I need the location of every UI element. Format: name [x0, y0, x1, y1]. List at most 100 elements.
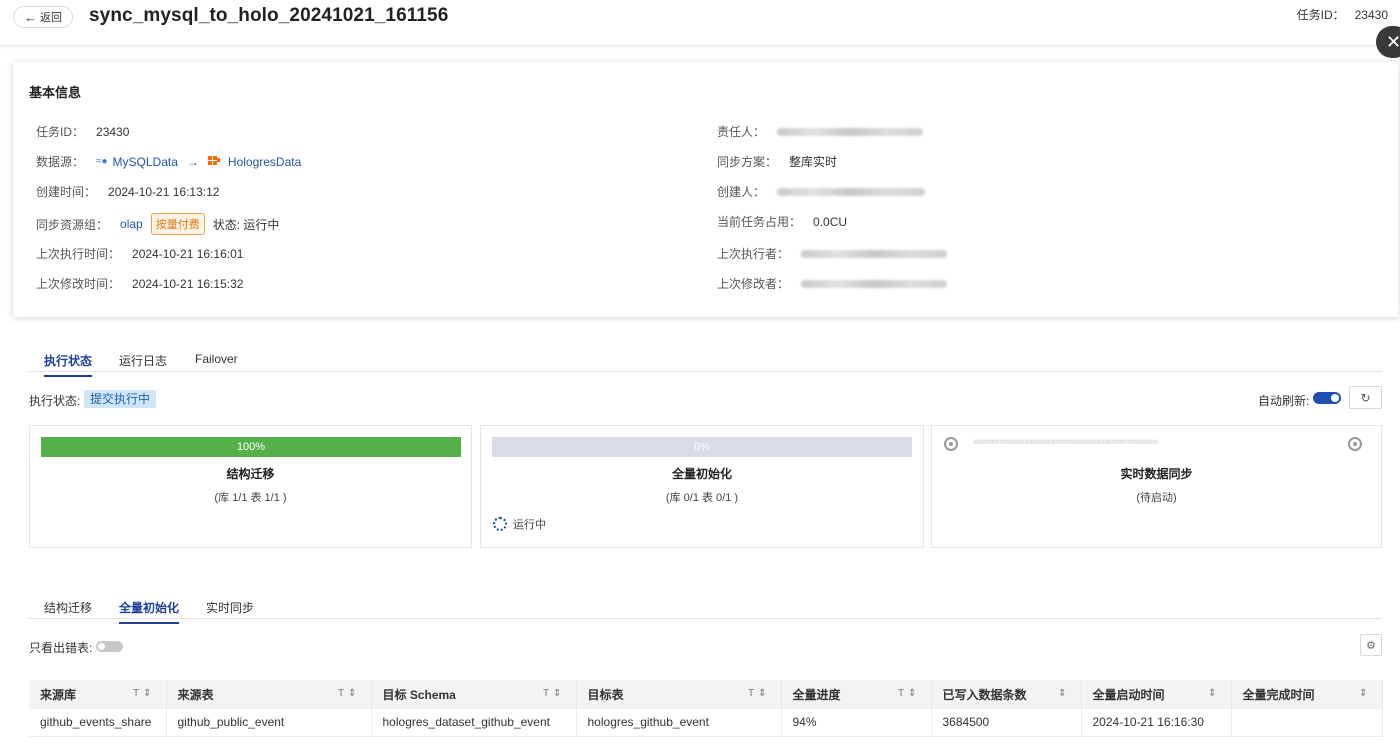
stage-card-realtime-sync: »»»»»»»»»»»»»»»»»»»»»»»»»»»»»»»»»»»» 实时数… [931, 425, 1382, 548]
main-tabs: 执行状态 运行日志 Failover [29, 345, 1382, 377]
column-header: 来源表 T⇕ [166, 680, 372, 709]
target-datasource-link[interactable]: HologresData [228, 155, 301, 169]
column-header: 已写入数据条数 ⇕ [931, 680, 1082, 709]
sync-plan-value: 整库实时 [789, 155, 838, 169]
full-init-progress-text: 0% [694, 441, 710, 453]
last-modifier-label: 上次修改者： [717, 277, 790, 291]
task-id-label: 任务ID： [36, 125, 85, 139]
table-row: github_events_share github_public_event … [29, 709, 1383, 737]
hologres-icon [207, 156, 221, 167]
stage-card-full-init: 0% 全量初始化 (库 0/1 表 0/1 ) 运行中 [480, 425, 924, 548]
created-time-label: 创建时间： [36, 185, 97, 199]
column-header: 目标 Schema T⇕ [371, 680, 577, 709]
arrow-right-icon: → [186, 154, 199, 169]
full-init-progress-bar: 0% [492, 437, 912, 457]
column-header: 目标表 T⇕ [576, 680, 782, 709]
start-target-icon [944, 437, 958, 451]
sort-icon[interactable]: ⇕ [1208, 688, 1220, 699]
table-cell: github_public_event [166, 709, 372, 737]
owner-value-redacted [777, 127, 924, 136]
loading-spinner-icon [493, 517, 507, 531]
column-header: 全量完成时间 ⇕ [1231, 680, 1383, 709]
filter-sort-icon[interactable]: T⇕ [898, 688, 921, 699]
auto-refresh-toggle[interactable] [1313, 392, 1341, 404]
info-current-usage: 当前任务占用： 0.0CU [717, 213, 847, 230]
auto-refresh-label: 自动刷新: [1258, 394, 1310, 408]
resource-group-link[interactable]: olap [120, 217, 143, 231]
flow-chevrons-icon: »»»»»»»»»»»»»»»»»»»»»»»»»»»»»»»»»»»» [973, 436, 1158, 448]
header-task-id-value: 23430 [1354, 8, 1388, 22]
stage-name: 全量初始化 [671, 467, 732, 481]
datasource-label: 数据源： [36, 155, 85, 169]
close-icon: ✕ [1386, 31, 1400, 53]
last-executor-label: 上次执行者： [717, 247, 790, 261]
header-task-id: 任务ID： 23430 [1297, 6, 1388, 23]
refresh-button[interactable]: ↻ [1349, 386, 1382, 409]
table-cell [1231, 709, 1383, 737]
resource-group-label: 同步资源组： [36, 217, 109, 232]
tab-realtime-sync[interactable]: 实时同步 [206, 599, 254, 622]
tab-exec-status[interactable]: 执行状态 [44, 352, 93, 377]
stage-name: 实时数据同步 [1120, 467, 1193, 481]
tab-failover[interactable]: Failover [195, 352, 238, 372]
table-cell: hologres_dataset_github_event [371, 709, 577, 737]
creator-label: 创建人： [717, 185, 766, 199]
info-last-modifier: 上次修改者： [717, 275, 948, 292]
tab-schema-migration[interactable]: 结构迁移 [44, 599, 92, 622]
filter-sort-icon[interactable]: T⇕ [338, 688, 361, 699]
filter-sort-icon[interactable]: T⇕ [133, 688, 156, 699]
current-usage-label: 当前任务占用： [717, 215, 802, 229]
stage-card-schema-migration: 100% 结构迁移 (库 1/1 表 1/1 ) [29, 425, 472, 548]
end-target-icon [1348, 437, 1362, 451]
billing-badge: 按量付费 [150, 213, 205, 235]
status-text: 状态: 运行中 [212, 217, 280, 232]
basic-info-card: 基本信息 任务ID： 23430 数据源： ≈● MySQLData → Hol… [13, 62, 1398, 317]
column-header: 来源库 T⇕ [29, 680, 167, 709]
page-header: ← 返回 sync_mysql_to_holo_20241021_161156 … [0, 0, 1400, 46]
tab-full-init[interactable]: 全量初始化 [119, 599, 180, 624]
back-button[interactable]: ← 返回 [13, 6, 73, 28]
stage-running-status: 运行中 [493, 516, 546, 532]
header-task-id-label: 任务ID： [1296, 8, 1345, 22]
mysql-icon: ≈● [96, 156, 108, 167]
only-error-toggle[interactable] [96, 641, 123, 652]
last-exec-time-value: 2024-10-21 16:16:01 [132, 246, 244, 261]
column-header: 全量启动时间 ⇕ [1081, 680, 1232, 709]
last-modify-time-label: 上次修改时间： [36, 277, 121, 291]
info-created-time: 创建时间： 2024-10-21 16:13:12 [36, 183, 219, 200]
filter-sort-icon[interactable]: T⇕ [543, 688, 566, 699]
stage-detail: (库 1/1 表 1/1 ) [214, 492, 287, 504]
arrow-left-icon: ← [24, 9, 37, 25]
info-last-exec-time: 上次执行时间： 2024-10-21 16:16:01 [36, 245, 243, 262]
stage-detail: (库 0/1 表 0/1 ) [665, 492, 739, 504]
filter-sort-icon[interactable]: T⇕ [748, 688, 771, 699]
exec-status-badge: 提交执行中 [84, 390, 157, 408]
info-owner: 责任人： [717, 123, 924, 140]
info-datasource: 数据源： ≈● MySQLData → HologresData [36, 153, 301, 170]
info-task-id: 任务ID： 23430 [36, 123, 129, 140]
created-time-value: 2024-10-21 16:13:12 [108, 184, 220, 199]
schema-migration-progress-bar: 100% [41, 437, 461, 457]
sort-icon[interactable]: ⇕ [1058, 688, 1070, 699]
table-cell: 2024-10-21 16:16:30 [1081, 709, 1232, 737]
last-modifier-value-redacted [801, 279, 948, 288]
stage-detail: (待启动) [1136, 492, 1177, 504]
info-resource-group: 同步资源组： olap 按量付费 状态: 运行中 [36, 213, 279, 235]
last-exec-time-label: 上次执行时间： [36, 247, 121, 261]
source-datasource-link[interactable]: MySQLData [113, 155, 178, 169]
full-init-table: 来源库 T⇕ 来源表 T⇕ 目标 Schema T⇕ 目标表 T⇕ 全量进度 T⇕ 已写入… [29, 680, 1383, 737]
last-executor-value-redacted [801, 249, 948, 258]
table-cell: hologres_github_event [576, 709, 782, 737]
table-header-row: 来源库 T⇕ 来源表 T⇕ 目标 Schema T⇕ 目标表 T⇕ 全量进度 T⇕ 已写入… [29, 680, 1383, 709]
table-settings-button[interactable]: ⚙ [1360, 634, 1382, 656]
tab-run-log[interactable]: 运行日志 [119, 352, 167, 375]
table-cell: github_events_share [29, 709, 167, 737]
schema-migration-progress-text: 100% [236, 441, 266, 453]
stage-name: 结构迁移 [226, 467, 275, 481]
sort-icon[interactable]: ⇕ [1359, 688, 1371, 699]
gear-icon: ⚙ [1366, 638, 1376, 652]
close-button[interactable]: ✕ [1376, 26, 1400, 58]
written-count-cell: 3684500 [931, 709, 1082, 737]
progress-cell: 94% [781, 709, 932, 737]
refresh-icon: ↻ [1360, 390, 1371, 405]
